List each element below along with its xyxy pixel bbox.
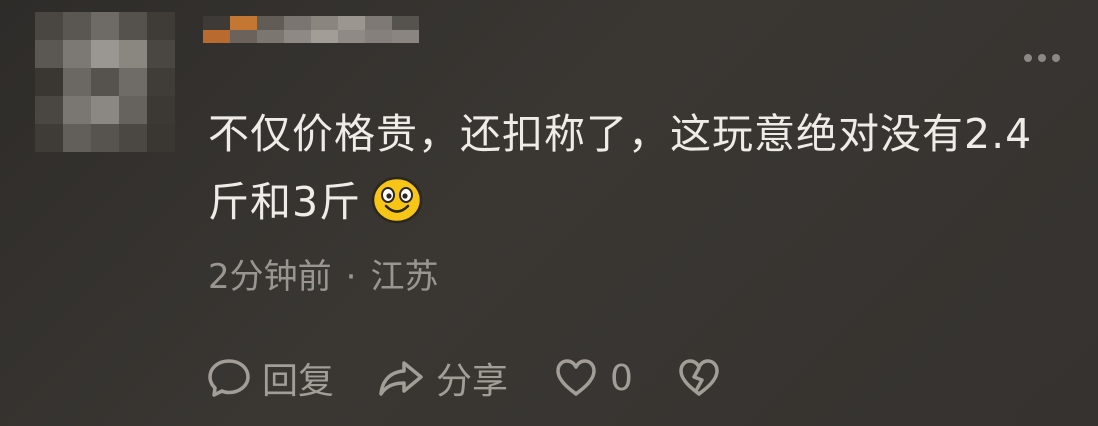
share-icon [379, 361, 423, 396]
comment-time: 2分钟前 [208, 257, 332, 297]
comment-text-line-2-text: 斤和3斤 [208, 178, 362, 226]
reply-icon [208, 359, 250, 397]
dislike-icon [679, 359, 719, 396]
dislike-button[interactable] [677, 358, 721, 398]
more-icon[interactable] [1024, 54, 1060, 62]
share-label: 分享 [436, 361, 509, 402]
smiling-face-emoji [371, 176, 423, 224]
comment-card: 不仅价格贵，还扣称了，这玩意绝对没有2.4 斤和3斤 2分钟前 · 江苏 回复 分享 [0, 0, 1098, 426]
like-button[interactable]: 0 [554, 358, 633, 399]
comment-text-line-2: 斤和3斤 [208, 168, 1078, 236]
reply-button[interactable]: 回复 [206, 352, 334, 404]
share-button[interactable]: 分享 [376, 352, 508, 404]
reply-label: 回复 [262, 361, 335, 402]
meta-separator: · [345, 257, 357, 297]
action-bar: 回复 分享 0 [206, 352, 721, 404]
comment-meta: 2分钟前 · 江苏 [208, 252, 438, 302]
like-count: 0 [610, 357, 633, 399]
comment-text: 不仅价格贵，还扣称了，这玩意绝对没有2.4 斤和3斤 [208, 100, 1078, 236]
comment-location: 江苏 [370, 257, 439, 297]
like-icon [556, 359, 596, 396]
username[interactable] [203, 16, 419, 70]
comment-text-line-1: 不仅价格贵，还扣称了，这玩意绝对没有2.4 [208, 110, 1033, 158]
avatar[interactable] [35, 12, 175, 152]
